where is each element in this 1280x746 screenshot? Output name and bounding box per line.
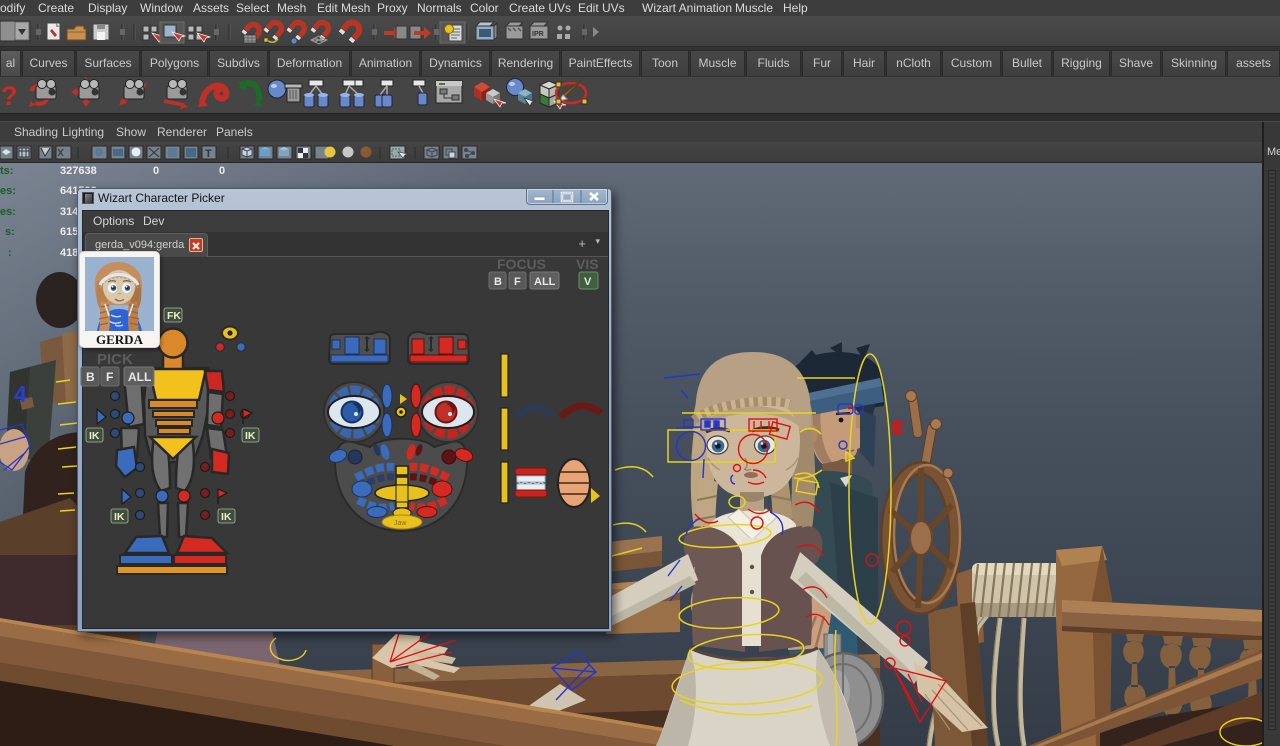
svg-text:IK: IK: [114, 511, 125, 523]
svg-text:T: T: [205, 148, 212, 160]
svg-text:VIS: VIS: [576, 256, 599, 272]
svg-text:F: F: [106, 370, 113, 384]
svg-text:IPR: IPR: [532, 31, 544, 38]
svg-text:IK: IK: [89, 430, 100, 442]
svg-text:ALL: ALL: [534, 276, 556, 288]
svg-text:4: 4: [14, 381, 27, 407]
svg-text:FOCUS: FOCUS: [497, 256, 546, 272]
svg-text:IK: IK: [221, 511, 232, 523]
svg-text:FK: FK: [167, 310, 181, 322]
svg-text:B: B: [494, 276, 502, 288]
svg-text:V: V: [584, 276, 592, 288]
svg-text:B: B: [86, 370, 95, 384]
svg-text:Jaw: Jaw: [394, 520, 407, 527]
svg-text:ALL: ALL: [128, 370, 151, 384]
svg-text:PICK: PICK: [97, 351, 133, 368]
svg-text:IK: IK: [245, 430, 256, 442]
svg-text:F: F: [514, 276, 521, 288]
svg-text:?: ?: [1, 81, 18, 111]
